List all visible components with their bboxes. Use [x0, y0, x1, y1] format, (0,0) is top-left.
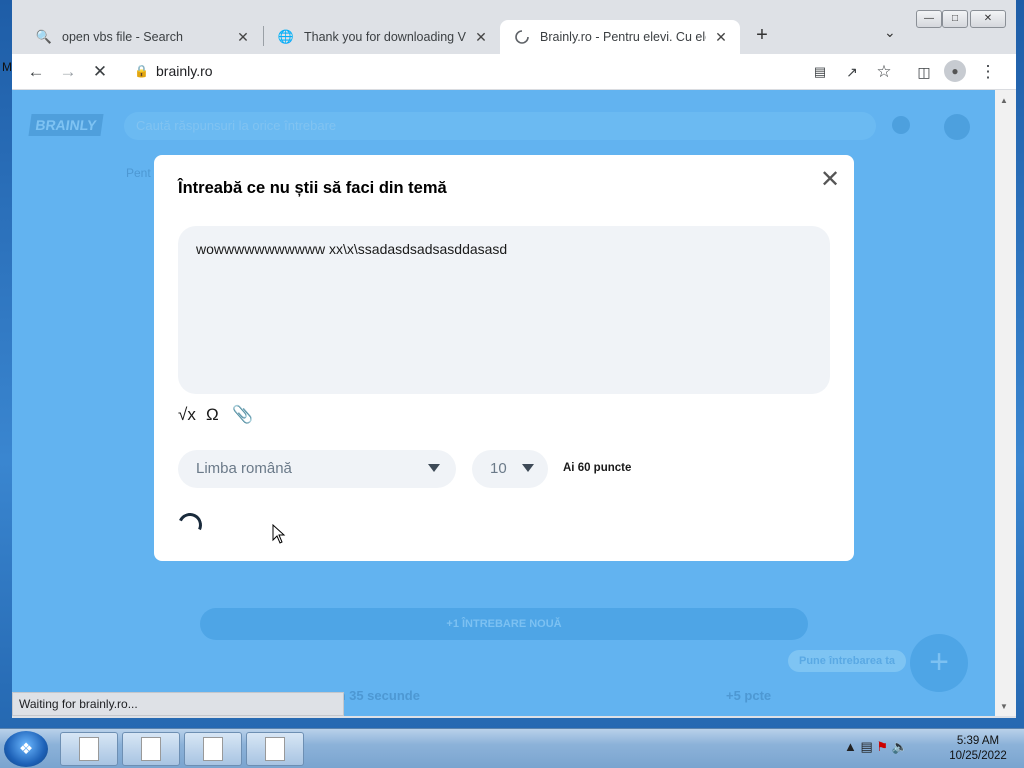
vertical-scrollbar[interactable]: ▲ ▼	[995, 90, 1016, 716]
background-search-bar: Caută răspunsuri la orice întrebare	[124, 112, 876, 140]
clock[interactable]: 5:39 AM 10/25/2022	[938, 734, 1018, 764]
tab-strip: 🔍 open vbs file - Search ✕ 🌐 Thank you f…	[12, 0, 1016, 54]
subject-select[interactable]: Limba română	[178, 450, 456, 488]
globe-icon: 🌐	[277, 29, 295, 44]
mouse-cursor-icon	[272, 524, 286, 544]
clock-date: 10/25/2022	[949, 750, 1007, 762]
document-icon	[203, 737, 223, 761]
browser-menu-icon[interactable]: ⋮	[976, 60, 1000, 84]
desktop-edge-text: M	[2, 60, 12, 74]
background-text: Pent	[126, 166, 151, 180]
points-select-value: 10	[490, 460, 507, 477]
translate-icon[interactable]: ▤	[808, 60, 832, 84]
lock-icon[interactable]: 🔒	[134, 64, 149, 78]
bookmark-star-icon[interactable]: ☆	[872, 60, 896, 84]
ask-question-modal: Întreabă ce nu știi să faci din temă ✕ w…	[154, 155, 854, 561]
background-avatar	[944, 114, 970, 140]
share-icon[interactable]: ↗	[840, 60, 864, 84]
address-bar[interactable]: brainly.ro	[156, 63, 213, 79]
tab-brainly[interactable]: Brainly.ro - Pentru elevi. Cu elevi. ✕	[500, 20, 740, 54]
document-icon	[141, 737, 161, 761]
system-tray[interactable]: ▲ ▤ ⚑ 🔈	[844, 739, 908, 755]
modal-title: Întreabă ce nu știi să faci din temă	[178, 179, 447, 197]
tray-expand-icon[interactable]: ▲	[844, 739, 857, 754]
scroll-up-icon[interactable]: ▲	[1000, 96, 1008, 105]
side-panel-icon[interactable]: ◫	[912, 60, 936, 84]
document-icon	[265, 737, 285, 761]
new-tab-button[interactable]: +	[750, 24, 774, 47]
back-button[interactable]: ←	[24, 60, 48, 84]
profile-avatar-icon[interactable]: ●	[944, 60, 966, 82]
background-footer-points: +5 pcte	[726, 688, 772, 703]
bell-icon	[892, 116, 910, 134]
points-select[interactable]: 10	[472, 450, 548, 488]
subject-select-value: Limba română	[196, 460, 292, 477]
taskbar-item[interactable]	[246, 732, 304, 766]
omega-symbol-icon[interactable]: Ω	[206, 405, 219, 425]
math-formula-icon[interactable]: √x	[178, 405, 196, 425]
loading-spinner-icon	[174, 509, 206, 541]
close-icon[interactable]: ✕	[818, 168, 842, 193]
close-tab-icon[interactable]: ✕	[712, 29, 730, 46]
maximize-button[interactable]: □	[942, 10, 968, 28]
taskbar: ❖ ▲ ▤ ⚑ 🔈 5:39 AM 10/25/2022	[0, 728, 1024, 768]
brainly-logo: BRAINLY	[28, 114, 104, 136]
loading-spinner-icon	[514, 29, 530, 45]
status-bar: Waiting for brainly.ro...	[12, 692, 344, 716]
tab-label: Brainly.ro - Pentru elevi. Cu elevi.	[540, 30, 706, 44]
taskbar-item[interactable]	[60, 732, 118, 766]
background-add-fab: +	[910, 634, 968, 692]
chevron-down-icon	[428, 464, 440, 472]
minimize-button[interactable]: —	[916, 10, 942, 28]
close-tab-icon[interactable]: ✕	[234, 29, 252, 46]
browser-window: 🔍 open vbs file - Search ✕ 🌐 Thank you f…	[12, 0, 1016, 718]
background-search-placeholder: Caută răspunsuri la orice întrebare	[136, 118, 337, 133]
taskbar-item[interactable]	[122, 732, 180, 766]
start-button[interactable]: ❖	[4, 731, 48, 767]
chevron-down-icon	[522, 464, 534, 472]
background-ask-pill: Pune întrebarea ta	[788, 650, 906, 672]
clock-time: 5:39 AM	[956, 735, 1000, 747]
paperclip-icon[interactable]: 📎	[232, 405, 253, 425]
taskbar-item[interactable]	[184, 732, 242, 766]
tab-search[interactable]: 🔍 open vbs file - Search ✕	[22, 20, 262, 54]
volume-icon[interactable]: 🔈	[892, 739, 908, 754]
close-window-button[interactable]: ✕	[970, 10, 1006, 28]
tab-label: Thank you for downloading Visu	[304, 30, 466, 44]
question-textarea[interactable]: wowwwwwwwwwww xx\x\ssadasdsadsasddasasd	[178, 226, 830, 394]
scroll-down-icon[interactable]: ▼	[1000, 702, 1008, 711]
document-icon	[79, 737, 99, 761]
action-center-icon[interactable]: ⚑	[876, 739, 888, 754]
background-new-question-button: +1 ÎNTREBARE NOUĂ	[200, 608, 808, 640]
page-viewport: BRAINLY Caută răspunsuri la orice întreb…	[12, 90, 995, 716]
tab-download[interactable]: 🌐 Thank you for downloading Visu ✕	[264, 20, 500, 54]
close-tab-icon[interactable]: ✕	[472, 29, 490, 46]
network-icon[interactable]: ▤	[861, 739, 873, 754]
tab-search-chevron-icon[interactable]: ⌄	[884, 24, 896, 41]
points-info: Ai 60 puncte	[563, 462, 632, 474]
question-text: wowwwwwwwwwww xx\x\ssadasdsadsasddasasd	[196, 241, 508, 257]
forward-button[interactable]: →	[56, 60, 80, 84]
tab-label: open vbs file - Search	[62, 30, 183, 44]
stop-loading-button[interactable]: ✕	[88, 60, 112, 84]
address-toolbar: ← → ✕ 🔒 brainly.ro ▤ ↗ ☆ ◫ ● ⋮	[12, 54, 1016, 90]
search-icon: 🔍	[35, 29, 53, 44]
